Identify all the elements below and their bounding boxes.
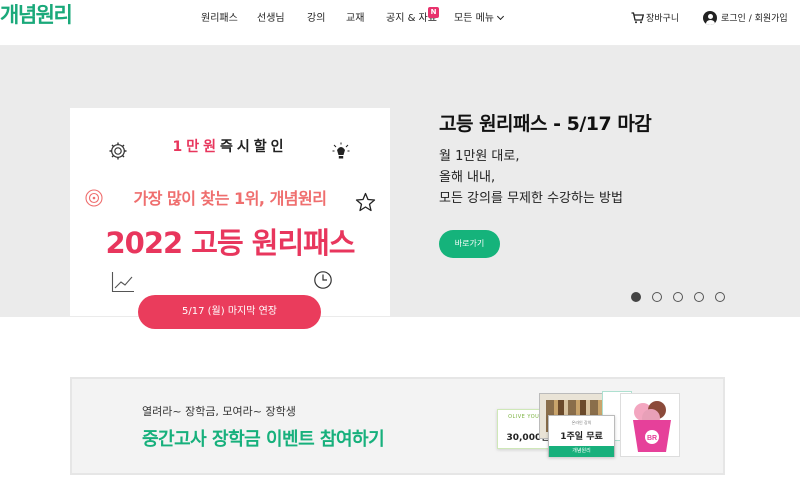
clock-icon <box>314 271 332 289</box>
cart-label: 장바구니 <box>646 14 680 24</box>
event-subtitle: 열려라~ 장학금, 모여라~ 장학생 <box>142 405 296 418</box>
slide-dot[interactable] <box>631 292 641 302</box>
new-badge: N <box>428 7 439 18</box>
ticket-text: 1주일 무료 <box>560 432 603 442</box>
deadline-button[interactable]: 5/17 (월) 마지막 연장 <box>138 295 321 329</box>
lightbulb-icon <box>332 142 350 159</box>
nav-item-lectures[interactable]: 강의 <box>307 11 325 27</box>
site-logo[interactable]: 개념원리 <box>0 3 73 27</box>
go-button[interactable]: 바로가기 <box>439 230 500 258</box>
slide-dot[interactable] <box>715 292 725 302</box>
promo-tagline: 가장 많이 찾는 1위, 개념원리 <box>133 189 327 208</box>
promo-headline: 2022 고등 원리패스 <box>105 226 356 260</box>
slide-dot[interactable] <box>652 292 662 302</box>
discount-text: 즉시할인 <box>219 139 288 155</box>
nav-item-teachers[interactable]: 선생님 <box>257 11 285 27</box>
ticket-top: 온라인 강의 <box>571 420 592 425</box>
discount-amount: 1만원 <box>172 139 220 155</box>
nav-item-all-menu[interactable]: 모든 메뉴 <box>454 11 505 27</box>
hero-description: 월 1만원 대로, 올해 내내, 모든 강의를 무제한 수강하는 방법 <box>439 146 623 209</box>
free-week-ticket: 온라인 강의 1주일 무료 개념원리 <box>548 415 615 457</box>
hero-description-line: 모든 강의를 무제한 수강하는 방법 <box>439 191 623 206</box>
site-header: 개념원리 원리패스 선생님 강의 교재 공지 & 자료 N 모든 메뉴 장바구니… <box>0 0 800 46</box>
ice-cream-icon: BR <box>633 401 671 452</box>
chart-trend-icon <box>111 272 134 293</box>
login-label: 로그인 / 회원가입 <box>721 14 788 24</box>
hero-description-line: 올해 내내, <box>439 170 496 185</box>
promo-card[interactable]: 1만원즉시할인 가장 많이 찾는 1위, 개념원리 2022 고등 원리패스 5… <box>70 108 390 329</box>
slide-dot[interactable] <box>694 292 704 302</box>
cart-icon <box>631 12 644 24</box>
event-banner[interactable]: 열려라~ 장학금, 모여라~ 장학생 중간고사 장학금 이벤트 참여하기 OLI… <box>70 377 725 475</box>
nav-item-wonripass[interactable]: 원리패스 <box>201 11 238 27</box>
hero-description-line: 월 1만원 대로, <box>439 149 520 164</box>
ticket-footer: 개념원리 <box>549 446 614 457</box>
hero-slider: 1만원즉시할인 가장 많이 찾는 1위, 개념원리 2022 고등 원리패스 5… <box>0 46 800 329</box>
all-menu-label: 모든 메뉴 <box>454 13 494 24</box>
ice-cream-coupon-image: BR <box>620 393 680 457</box>
event-title: 중간고사 장학금 이벤트 참여하기 <box>142 429 385 450</box>
chevron-down-icon <box>496 12 505 21</box>
slide-dot[interactable] <box>673 292 683 302</box>
nav-item-textbooks[interactable]: 교재 <box>346 11 364 27</box>
user-icon <box>703 11 717 25</box>
gear-icon <box>109 142 127 160</box>
hero-title: 고등 원리패스 - 5/17 마감 <box>439 113 652 135</box>
svg-text:BR: BR <box>647 435 657 442</box>
